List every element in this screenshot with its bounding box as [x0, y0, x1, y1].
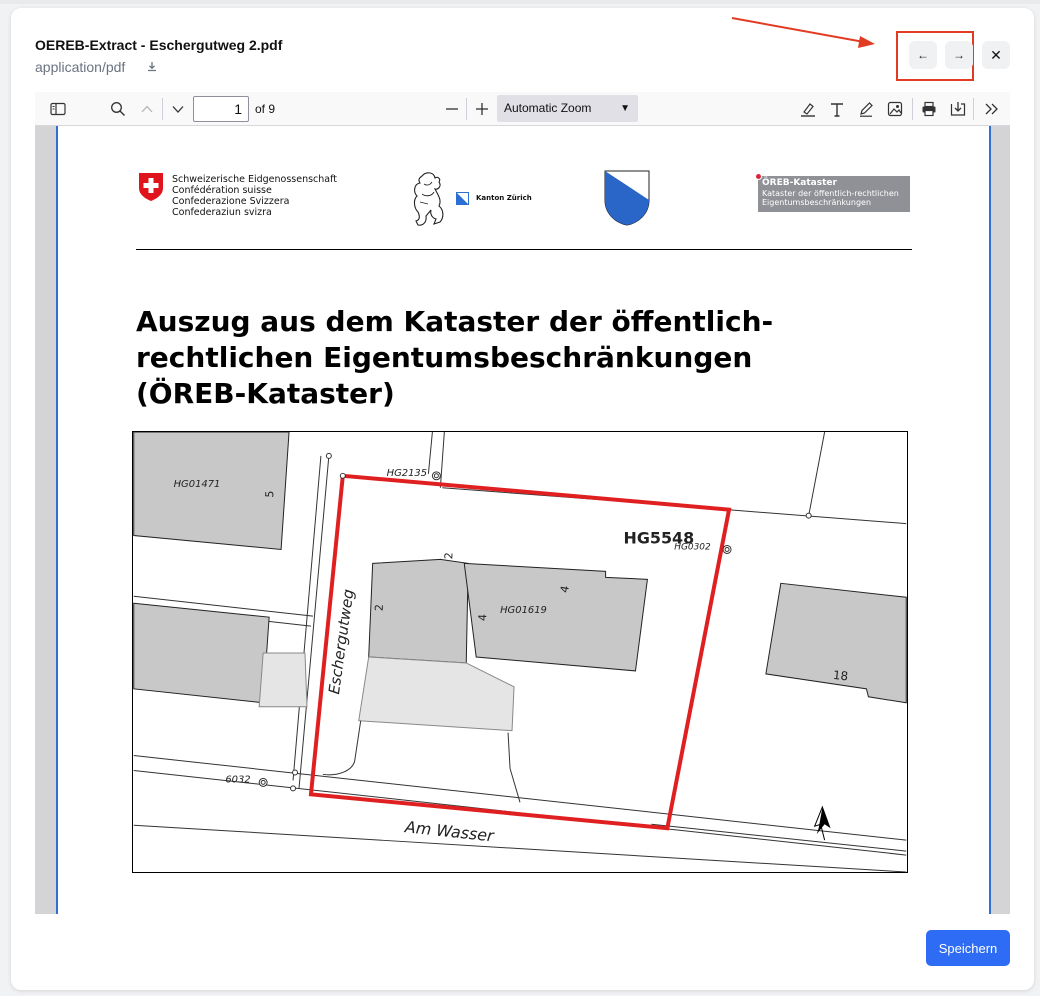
- draw-icon[interactable]: [857, 101, 875, 117]
- confederation-line: Schweizerische Eidgenossenschaft: [172, 174, 338, 185]
- house-number-2-top: 2: [442, 552, 455, 559]
- text-tool-icon[interactable]: [828, 101, 846, 117]
- oreb-kataster-logo: ÖREB-Kataster Kataster der öffentlich-re…: [755, 173, 910, 212]
- house-number-2: 2: [373, 604, 386, 611]
- parcel-label-hg01471: HG01471: [174, 479, 221, 490]
- next-page-icon[interactable]: [169, 101, 187, 117]
- parcel-label-hg2135: HG2135: [387, 468, 427, 479]
- pdf-page: Schweizerische Eidgenossenschaft Confédé…: [56, 126, 991, 914]
- header-rule: [136, 249, 912, 250]
- canton-shield-icon: [604, 170, 650, 226]
- annotation-arrow: [731, 17, 875, 48]
- toolbar-separator: [162, 98, 163, 120]
- point-label-6032: 6032: [225, 774, 250, 785]
- print-icon[interactable]: [920, 101, 938, 117]
- cadastral-map: HG01471 5 HG2135 HG5548 HG0302 Eschergut…: [132, 431, 908, 873]
- parcel-label-hg0302: HG0302: [674, 542, 711, 552]
- swiss-flag-icon: [139, 173, 163, 201]
- search-icon[interactable]: [109, 101, 127, 117]
- previous-page-icon[interactable]: [138, 101, 156, 117]
- page-number-input[interactable]: 1: [193, 96, 249, 122]
- highlight-icon[interactable]: [799, 101, 817, 117]
- parcel-label-hg01619: HG01619: [500, 605, 547, 616]
- save-button[interactable]: Speichern: [926, 930, 1010, 966]
- more-tools-icon[interactable]: [983, 101, 1001, 117]
- save-icon[interactable]: [949, 101, 967, 117]
- oreb-marker-dot: [755, 173, 762, 180]
- kanton-flag-icon: [456, 192, 469, 205]
- confederation-line: Confederazione Svizzera: [172, 196, 290, 207]
- toolbar-separator: [466, 98, 467, 120]
- house-number-4: 4: [476, 614, 489, 621]
- zoom-out-icon[interactable]: [443, 101, 461, 117]
- house-number-18: 18: [832, 668, 849, 684]
- zurich-lion-icon: [413, 172, 444, 226]
- street-label-am-wasser: Am Wasser: [403, 817, 496, 845]
- document-heading: Auszug aus dem Kataster der öffentlich-r…: [136, 305, 774, 410]
- house-number-5: 5: [263, 490, 276, 497]
- close-button[interactable]: ✕: [982, 41, 1010, 69]
- confederation-text: Schweizerische Eidgenossenschaft Confédé…: [172, 174, 337, 218]
- mime-type: application/pdf: [35, 59, 126, 75]
- previous-button[interactable]: ←: [909, 41, 937, 69]
- kanton-label: Kanton Zürich: [476, 194, 532, 202]
- arrow-right-icon: →: [953, 48, 965, 62]
- oreb-logo-line: Kataster der öffentlich-rechtlichen: [762, 188, 899, 198]
- close-icon: ✕: [990, 46, 1002, 63]
- next-button[interactable]: →: [945, 41, 973, 69]
- arrow-left-icon: ←: [917, 48, 929, 62]
- dialog-title: OEREB-Extract - Eschergutweg 2.pdf: [35, 37, 283, 53]
- confederation-line: Confederaziun svizra: [172, 207, 272, 218]
- toolbar-separator: [973, 98, 974, 120]
- pdf-viewer: 1 of 9 Automatic Zoom ▼ Schweizerische E…: [35, 92, 1010, 914]
- top-border: [0, 0, 1040, 4]
- confederation-line: Confédération suisse: [172, 185, 272, 196]
- oreb-logo-title: ÖREB-Kataster: [762, 178, 837, 188]
- sidebar-toggle-icon[interactable]: [49, 101, 67, 117]
- zoom-select[interactable]: Automatic Zoom ▼: [497, 95, 638, 122]
- pdf-preview-dialog: OEREB-Extract - Eschergutweg 2.pdf appli…: [11, 8, 1034, 990]
- download-icon[interactable]: [145, 60, 159, 74]
- zoom-in-icon[interactable]: [473, 101, 491, 117]
- chevron-down-icon: ▼: [620, 103, 630, 114]
- zoom-value: Automatic Zoom: [504, 101, 592, 115]
- oreb-logo-line: Eigentumsbeschränkungen: [762, 198, 872, 207]
- page-count: of 9: [255, 102, 276, 116]
- pdf-toolbar: 1 of 9 Automatic Zoom ▼: [35, 92, 1010, 126]
- image-icon[interactable]: [886, 101, 904, 117]
- toolbar-separator: [912, 98, 913, 120]
